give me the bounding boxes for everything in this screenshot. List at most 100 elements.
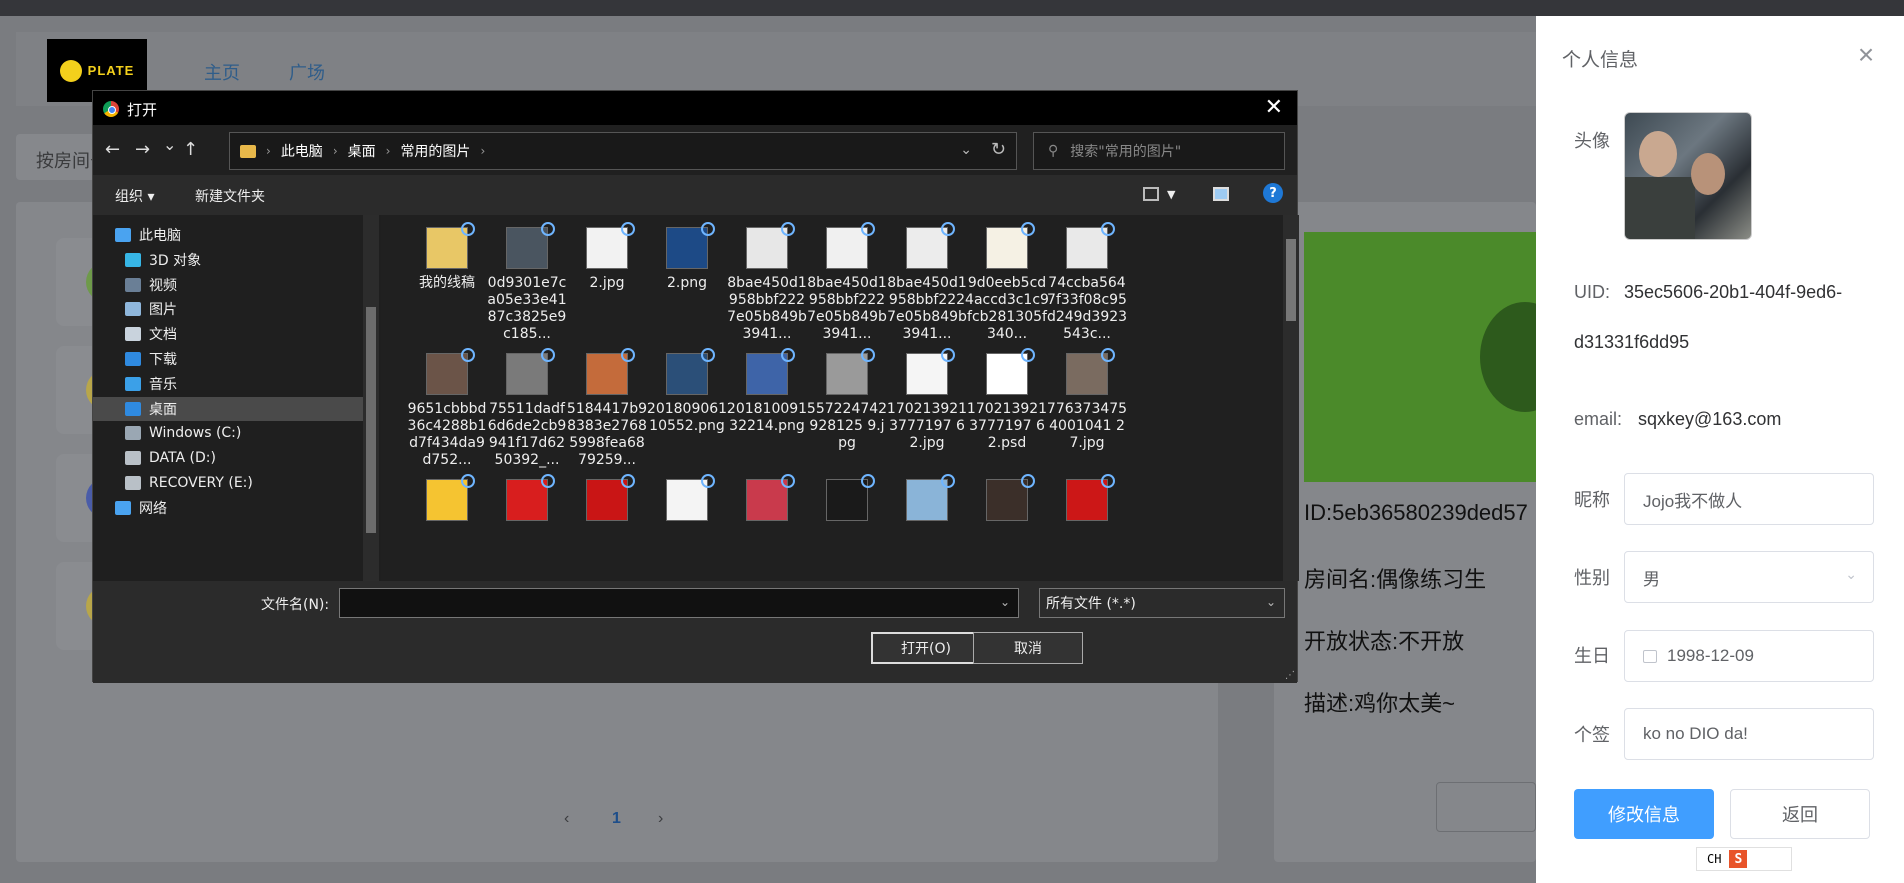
tree-item[interactable]: 3D 对象 — [93, 248, 363, 272]
address-bar[interactable]: › 此电脑 › 桌面 › 常用的图片 › ⌄ ↻ — [229, 132, 1017, 170]
pager-prev[interactable]: ‹ — [564, 810, 569, 828]
file-thumbnail — [986, 222, 1035, 269]
breadcrumb-common-pictures[interactable]: 常用的图片 — [400, 141, 470, 161]
nav-square[interactable]: 广场 — [289, 59, 325, 85]
back-button[interactable]: 返回 — [1730, 789, 1870, 839]
view-dropdown-icon[interactable]: ▼ — [1167, 188, 1175, 201]
breadcrumb-desktop[interactable]: 桌面 — [348, 141, 376, 161]
nickname-value: Jojo我不做人 — [1643, 491, 1743, 511]
tree-item[interactable]: 此电脑 — [93, 223, 363, 247]
birthday-picker[interactable]: 1998-12-09 — [1624, 630, 1874, 682]
modify-info-button[interactable]: 修改信息 — [1574, 789, 1714, 839]
tree-item[interactable]: 视频 — [93, 273, 363, 297]
up-arrow-icon[interactable]: ↑ — [183, 139, 198, 160]
tree-item[interactable]: RECOVERY (E:) — [93, 471, 363, 495]
folder-icon — [125, 376, 141, 391]
recent-locations-icon[interactable]: ⌄ — [163, 135, 176, 154]
close-icon[interactable]: × — [1854, 41, 1878, 69]
file-item[interactable]: 9651cbbbd36c4288b1d7f434da9d752... — [405, 348, 489, 469]
file-item[interactable]: 1702139213777197 62.psd — [965, 348, 1049, 452]
pager-page-1[interactable]: 1 — [612, 810, 621, 828]
file-item[interactable] — [1045, 474, 1129, 527]
view-mode-icon[interactable] — [1143, 187, 1159, 201]
file-item[interactable] — [645, 474, 729, 527]
file-item[interactable] — [805, 474, 889, 527]
file-thumbnail — [746, 474, 795, 521]
navigation-scroll-thumb[interactable] — [366, 307, 376, 533]
room-name: 房间名:偶像练习生 — [1304, 567, 1487, 592]
gender-select[interactable]: 男 ⌄ — [1624, 551, 1874, 603]
open-button[interactable]: 打开(O) — [871, 632, 981, 664]
file-type-select[interactable]: 所有文件 (*.*) ⌄ — [1039, 588, 1285, 618]
tree-item[interactable]: DATA (D:) — [93, 446, 363, 470]
forward-arrow-icon[interactable]: → — [135, 139, 150, 160]
file-item[interactable]: 74ccba5647f33f08c95d249d3923543c... — [1045, 222, 1129, 343]
tree-item[interactable]: Windows (C:) — [93, 421, 363, 445]
file-name: 5184417b98383e27685998fea6879259... — [566, 401, 648, 468]
file-item[interactable]: 20180906110552.png — [645, 348, 729, 435]
organize-menu[interactable]: 组织 ▾ — [115, 186, 154, 206]
gender-label: 性别 — [1574, 568, 1610, 588]
tree-item[interactable]: 网络 — [93, 496, 363, 520]
folder-icon — [125, 426, 141, 441]
nav-home[interactable]: 主页 — [204, 59, 240, 85]
file-item[interactable]: 2.jpg — [565, 222, 649, 292]
file-item[interactable] — [405, 474, 489, 527]
file-item[interactable]: 557224742928125 9.jpg — [805, 348, 889, 452]
file-name: 75511dadf6d6de2cb9941f17d6250392_... — [487, 401, 567, 468]
file-item[interactable]: 7763734754001041 27.jpg — [1045, 348, 1129, 452]
signature-field[interactable]: ko no DIO da! — [1624, 708, 1874, 760]
file-item[interactable]: 2.png — [645, 222, 729, 292]
new-folder-button[interactable]: 新建文件夹 — [195, 186, 265, 206]
back-arrow-icon[interactable]: ← — [105, 139, 120, 160]
profile-drawer: 个人信息 × 头像 UID: 35ec5606-20b1-404f-9ed6- … — [1536, 16, 1904, 883]
file-item[interactable]: 我的线稿 — [405, 222, 489, 292]
email-value: sqxkey@163.com — [1638, 409, 1782, 429]
dialog-close-icon[interactable]: ✕ — [1265, 95, 1283, 120]
nickname-field[interactable]: Jojo我不做人 — [1624, 473, 1874, 525]
file-list-scroll-thumb[interactable] — [1286, 239, 1296, 321]
avatar[interactable] — [1624, 112, 1752, 240]
ime-toolbar[interactable]: CH S — [1696, 847, 1792, 871]
file-item[interactable]: 20181009132214.png — [725, 348, 809, 435]
file-name-input[interactable]: ⌄ — [339, 588, 1019, 618]
folder-icon — [125, 401, 141, 416]
favorite-button[interactable] — [1436, 782, 1536, 832]
file-item[interactable] — [565, 474, 649, 527]
resize-grip-icon[interactable]: ⋰ — [1285, 670, 1295, 681]
file-item[interactable]: 8bae450d1958bbf2227e05b849b3941... — [725, 222, 809, 343]
tree-item[interactable]: 音乐 — [93, 372, 363, 396]
file-item[interactable]: 8bae450d1958bbf2227e05b849b3941... — [805, 222, 889, 343]
preview-pane-icon[interactable] — [1213, 187, 1229, 201]
help-icon[interactable]: ? — [1263, 183, 1283, 203]
file-open-dialog: 打开 ✕ ← → ⌄ ↑ › 此电脑 › 桌面 › 常用的图片 › ⌄ ↻ ⚲ … — [92, 90, 1299, 683]
search-box[interactable]: ⚲ 搜索"常用的图片" — [1033, 132, 1285, 170]
chevron-down-icon[interactable]: ⌄ — [1000, 595, 1010, 609]
dialog-navbar: ← → ⌄ ↑ › 此电脑 › 桌面 › 常用的图片 › ⌄ ↻ ⚲ 搜索"常用… — [93, 125, 1297, 175]
breadcrumb-this-pc[interactable]: 此电脑 — [281, 141, 323, 161]
file-item[interactable]: 9d0eeb5cd4accd3c1c9fcb281305f340... — [965, 222, 1049, 343]
tree-item[interactable]: 下载 — [93, 347, 363, 371]
tree-item[interactable]: 图片 — [93, 297, 363, 321]
refresh-icon[interactable]: ↻ — [991, 139, 1006, 160]
sync-icon — [781, 348, 795, 362]
tree-item-label: 网络 — [139, 500, 167, 517]
address-dropdown-icon[interactable]: ⌄ — [960, 142, 972, 158]
file-item[interactable]: 0d9301e7ca05e33e4187c3825e9c185... — [485, 222, 569, 343]
file-item[interactable]: 75511dadf6d6de2cb9941f17d6250392_... — [485, 348, 569, 469]
file-item[interactable] — [485, 474, 569, 527]
file-item[interactable]: 1702139213777197 62.jpg — [885, 348, 969, 452]
file-item[interactable]: 8bae450d1958bbf2227e05b849b3941... — [885, 222, 969, 343]
ime-mode: CH — [1707, 852, 1722, 866]
file-item[interactable] — [725, 474, 809, 527]
chevron-down-icon: ⌄ — [1845, 566, 1857, 582]
room-status: 开放状态:不开放 — [1304, 629, 1465, 654]
tree-item[interactable]: 文档 — [93, 322, 363, 346]
file-item[interactable] — [965, 474, 1049, 527]
file-item[interactable]: 5184417b98383e27685998fea6879259... — [565, 348, 649, 469]
file-item[interactable] — [885, 474, 969, 527]
file-name: 我的线稿 — [419, 275, 475, 291]
pager-next[interactable]: › — [658, 810, 663, 828]
cancel-button[interactable]: 取消 — [973, 632, 1083, 664]
tree-item[interactable]: 桌面 — [93, 396, 363, 421]
